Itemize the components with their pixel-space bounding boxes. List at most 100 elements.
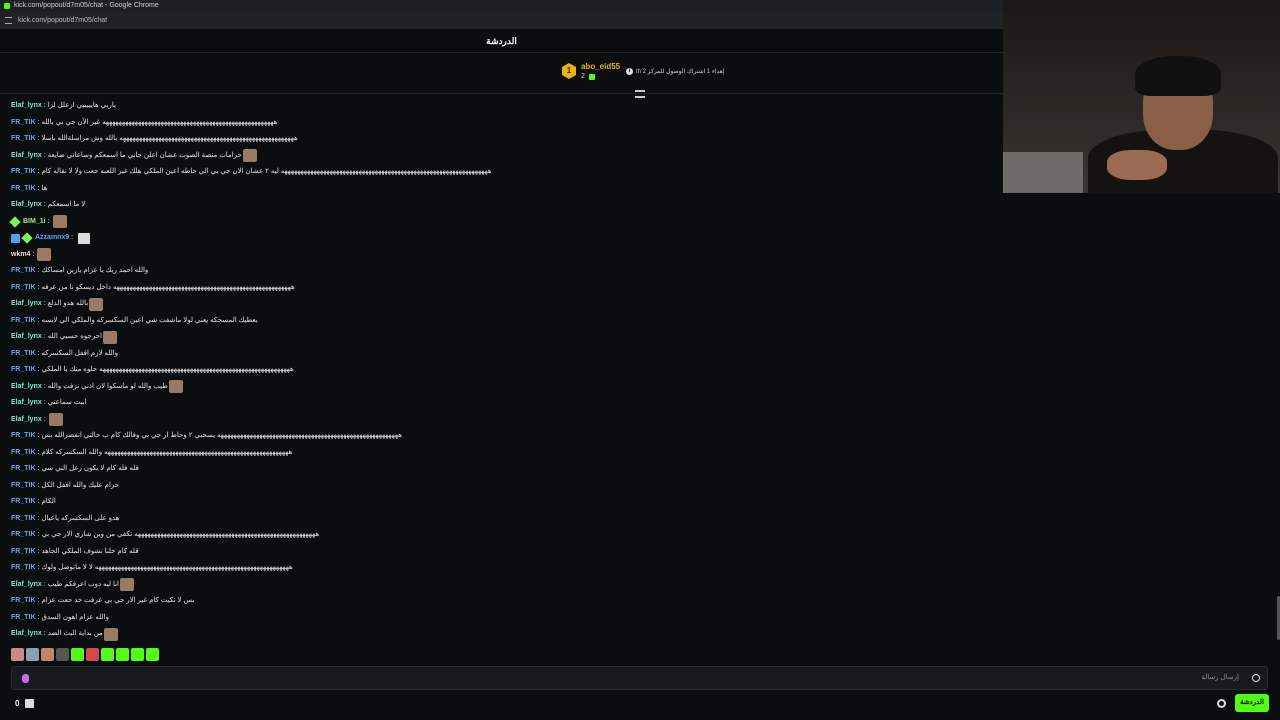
chat-input[interactable]: إرسال رسالة xyxy=(11,666,1268,690)
chat-message-text: هههههههههههههههههههههههههههههههههههههههه… xyxy=(41,366,294,373)
chat-message-text: حرامات منصة الصوت عشان اعلن جاني ما اسمع… xyxy=(47,151,242,159)
username-separator: : xyxy=(37,564,40,571)
chat-username[interactable]: FR_TIK xyxy=(11,429,36,443)
chat-username[interactable]: FR_TIK xyxy=(11,462,36,476)
username-separator: : xyxy=(37,184,40,192)
chat-username[interactable]: FR_TIK xyxy=(11,528,36,542)
url-text[interactable]: kick.com/popout/d7m05/chat xyxy=(18,17,107,24)
chat-username[interactable]: FR_TIK xyxy=(11,561,36,575)
chat-message: FR_TIK: الكام xyxy=(11,495,56,509)
chat-message: FR_TIK: والله لازم اقفل السكسركه xyxy=(11,347,118,361)
chat-username[interactable]: Elaf_lynx xyxy=(11,413,42,427)
chat-username[interactable]: FR_TIK xyxy=(11,479,36,493)
username-separator: : xyxy=(37,316,40,324)
username-separator: : xyxy=(43,382,46,390)
address-bar[interactable]: kick.com/popout/d7m05/chat xyxy=(0,12,1003,29)
username-separator: : xyxy=(37,267,40,274)
chat-emote-icon[interactable] xyxy=(52,215,67,228)
chat-username[interactable]: Elaf_lynx xyxy=(11,149,42,163)
emote-icon[interactable] xyxy=(26,648,39,661)
chat-username[interactable]: Elaf_lynx xyxy=(11,198,42,212)
chat-message-text: من بداية البث الضد xyxy=(47,630,103,637)
chat-username[interactable]: FR_TIK xyxy=(11,363,36,377)
chat-username[interactable]: Elaf_lynx xyxy=(11,380,42,394)
chat-username[interactable]: FR_TIK xyxy=(11,314,36,328)
emote-icon[interactable] xyxy=(56,648,69,661)
chat-emote-icon[interactable] xyxy=(168,380,183,393)
send-chat-button[interactable]: الدردشة xyxy=(1235,694,1269,712)
chat-username[interactable]: FR_TIK xyxy=(11,446,36,460)
chat-message: Elaf_lynx: ياربي هايييييي ازعلل لزا xyxy=(11,99,116,113)
emote-icon[interactable] xyxy=(146,648,159,661)
info-icon[interactable]: i xyxy=(626,68,633,75)
chat-username[interactable]: FR_TIK xyxy=(11,594,36,608)
chat-message-text: هههههههههههههههههههههههههههههههههههههههه… xyxy=(41,531,320,538)
chat-messages: Elaf_lynx: ياربي هايييييي ازعلل لزا FR_TIK… xyxy=(0,96,1003,642)
microphone-icon[interactable] xyxy=(22,674,29,683)
chat-emote-icon[interactable] xyxy=(242,149,257,162)
site-settings-icon[interactable] xyxy=(5,17,12,24)
chat-username[interactable]: Azzamnx9 xyxy=(35,231,69,245)
chat-emote-icon[interactable] xyxy=(120,578,135,591)
webcam-person-hair xyxy=(1135,56,1221,96)
chat-message-text: ياربي هايييييي ازعلل لزا xyxy=(47,102,116,109)
chat-username[interactable]: Elaf_lynx xyxy=(11,396,42,410)
chat-emote-icon[interactable] xyxy=(48,413,63,426)
chat-username[interactable]: FR_TIK xyxy=(11,281,36,295)
chat-message: Elaf_lynx: انا ليه دوب اعرفكم طيب xyxy=(11,578,135,592)
chat-emote-icon[interactable] xyxy=(103,330,118,344)
chat-username[interactable]: FR_TIK xyxy=(11,116,36,130)
chat-username[interactable]: Elaf_lynx xyxy=(11,578,42,592)
chat-message: Elaf_lynx: احرجوه حسبي الله xyxy=(11,330,118,344)
emoji-icon[interactable] xyxy=(1252,674,1260,682)
chat-username[interactable]: FR_TIK xyxy=(11,545,36,559)
chat-message-text: هههههههههههههههههههههههههههههههههههههههه… xyxy=(41,135,298,142)
chat-message: Elaf_lynx: بالله هدو الدلع xyxy=(11,297,104,311)
username-separator: : xyxy=(47,217,50,225)
gift-icon xyxy=(589,74,595,80)
emote-icon[interactable] xyxy=(86,648,99,661)
settings-gear-icon[interactable] xyxy=(1217,699,1226,708)
chat-username[interactable]: BIM_1i xyxy=(23,215,46,229)
emote-icon[interactable] xyxy=(116,648,129,661)
gifter-username[interactable]: abo_eid55 xyxy=(581,62,620,71)
chat-username[interactable]: FR_TIK xyxy=(11,264,36,278)
chat-message: Elaf_lynx: ابيت سماعتي xyxy=(11,396,87,410)
muted-speaker-icon[interactable] xyxy=(78,232,91,244)
chat-title: الدردشة xyxy=(486,36,517,46)
username-separator: : xyxy=(37,448,40,456)
emote-icon[interactable] xyxy=(11,648,24,661)
username-separator: : xyxy=(37,349,40,357)
username-separator: : xyxy=(43,102,46,109)
username-separator: : xyxy=(37,547,40,555)
chat-username[interactable]: Elaf_lynx xyxy=(11,297,42,311)
chat-username[interactable]: Elaf_lynx xyxy=(11,627,42,641)
chat-message-text: لا ما اسمعكم xyxy=(47,201,86,208)
emote-icon[interactable] xyxy=(71,648,84,661)
chat-username[interactable]: wkm4 xyxy=(11,248,30,262)
emote-icon[interactable] xyxy=(41,648,54,661)
chat-username[interactable]: FR_TIK xyxy=(11,132,36,146)
chat-username[interactable]: FR_TIK xyxy=(11,611,36,625)
chat-message-text: بالله هدو الدلع xyxy=(47,300,89,307)
emote-icon[interactable] xyxy=(131,648,144,661)
chat-username[interactable]: FR_TIK xyxy=(11,495,36,509)
chat-username[interactable]: Elaf_lynx xyxy=(11,99,42,113)
chat-emote-icon[interactable] xyxy=(103,627,118,641)
webcam-overlay xyxy=(1003,0,1280,193)
store-icon[interactable] xyxy=(25,699,34,708)
chat-username[interactable]: FR_TIK xyxy=(11,182,36,196)
username-separator: : xyxy=(37,168,40,175)
chat-username[interactable]: Elaf_lynx xyxy=(11,330,42,344)
chat-emote-icon[interactable] xyxy=(37,248,52,261)
chat-message: FR_TIK: والله عزام اهون السدق xyxy=(11,611,109,625)
chat-message: FR_TIK: ههههههههههههههههههههههههههههههههه… xyxy=(11,281,295,295)
chat-emote-icon[interactable] xyxy=(89,297,104,311)
chat-message: FR_TIK: ههههههههههههههههههههههههههههههههه… xyxy=(11,165,492,179)
emote-icon[interactable] xyxy=(101,648,114,661)
chat-username[interactable]: FR_TIK xyxy=(11,165,36,179)
chat-username[interactable]: FR_TIK xyxy=(11,512,36,526)
chat-message: FR_TIK: حرام عليك والله اقفل الكل xyxy=(11,479,119,493)
chat-username[interactable]: FR_TIK xyxy=(11,347,36,361)
chat-message: Elaf_lynx: طيب والله لو ماسكوا لان اذني ن… xyxy=(11,380,184,394)
